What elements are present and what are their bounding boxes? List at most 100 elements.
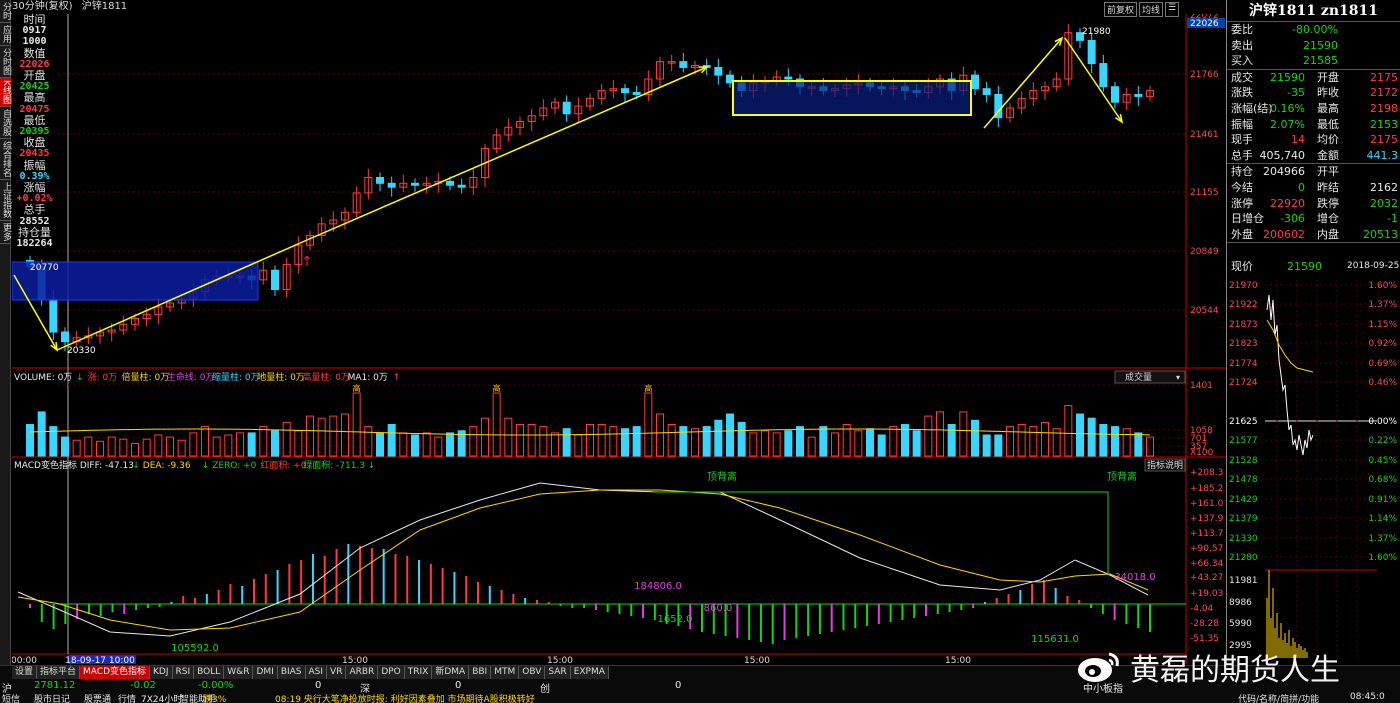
news-status-row: 短信 股市日记 股票通 行情 7X24小时 智能助手 跌3% 08:19 央行大笔净投放时报:… bbox=[0, 692, 1400, 703]
volume-bar bbox=[329, 415, 338, 457]
symbol-label: 沪锌1811 bbox=[81, 1, 128, 12]
tab-1[interactable]: 指标平台 bbox=[37, 666, 81, 679]
volume-dropdown-label: 成交量 bbox=[1125, 371, 1152, 383]
price-axis-label: 20544 bbox=[1190, 306, 1219, 316]
nav-item-3[interactable]: K线图 bbox=[0, 78, 11, 107]
macd-annotation: 1652.0 bbox=[658, 614, 693, 625]
volume-bar bbox=[72, 439, 81, 457]
volume-bar bbox=[551, 432, 559, 457]
volume-bar bbox=[247, 432, 256, 457]
tab-11[interactable]: ARBR bbox=[346, 666, 379, 679]
quote-label: 内盘 bbox=[1317, 227, 1339, 241]
volume-bar bbox=[737, 421, 746, 457]
tab-19[interactable]: EXPMA bbox=[570, 666, 609, 679]
quote-row: 振幅 2.07% 最低 2153 bbox=[1229, 117, 1398, 133]
quote-label: 最高 bbox=[1317, 101, 1339, 115]
tab-2[interactable]: MACD变色指标 bbox=[80, 666, 151, 679]
intraday-chart[interactable]: 21970 21922 21873 21823 21774 21724 21625 21577… bbox=[1227, 280, 1399, 660]
volume-bar bbox=[1111, 426, 1119, 457]
high-volume-marker: 高 bbox=[353, 383, 361, 393]
quote-label: 振幅 bbox=[1231, 117, 1253, 131]
quote-label: 涨跌 bbox=[1231, 86, 1253, 100]
volume-bar bbox=[796, 426, 804, 457]
nav-item-0[interactable]: 分时 bbox=[0, 0, 11, 23]
volume-bar bbox=[924, 415, 933, 457]
tab-8[interactable]: BIAS bbox=[277, 666, 306, 679]
nav-item-2[interactable]: 分时图 bbox=[0, 46, 11, 78]
quote-label: 均价 bbox=[1317, 133, 1339, 147]
intraday-pct-label: 0.91% bbox=[1368, 495, 1397, 505]
intraday-price-label: 21280 bbox=[1229, 553, 1258, 563]
status-item: 代码/名称/简拼/功能 bbox=[1238, 695, 1320, 703]
candle-body bbox=[1087, 39, 1096, 65]
intraday-pct-label: 0.46% bbox=[1368, 378, 1397, 388]
status-item: 2781.12 bbox=[34, 680, 76, 691]
volume-bar bbox=[166, 436, 174, 457]
candle-body bbox=[376, 177, 384, 184]
tab-18[interactable]: SAR bbox=[545, 666, 571, 679]
nav-item-1[interactable]: 应用 bbox=[0, 23, 11, 46]
volume-legend-item: VOLUME: 0万 bbox=[14, 373, 72, 383]
nav-item-5[interactable]: 综合排名 bbox=[0, 139, 11, 180]
tab-9[interactable]: ASI bbox=[305, 666, 328, 679]
nav-item-4[interactable]: 自选股 bbox=[0, 107, 11, 139]
macd-axis-label: -51.35 bbox=[1190, 634, 1219, 644]
tab-12[interactable]: DPO bbox=[378, 666, 405, 679]
intraday-price-label: 21379 bbox=[1229, 514, 1258, 524]
quote-value: -0.16% bbox=[1266, 101, 1305, 115]
intraday-price-label: 21724 bbox=[1229, 378, 1258, 388]
volume-bar bbox=[866, 428, 874, 457]
quote-row: 成交 21590 开盘 2175 bbox=[1229, 70, 1398, 86]
tab-13[interactable]: TRIX bbox=[404, 666, 433, 679]
macd-axis-label: +113.7 bbox=[1190, 529, 1223, 539]
macd-axis-label: +90.57 bbox=[1190, 544, 1223, 554]
period-label[interactable]: 30分钟(复权) bbox=[12, 1, 73, 12]
quote-value: 21585 bbox=[1303, 54, 1338, 68]
intraday-price-label: 21528 bbox=[1229, 456, 1258, 466]
tab-6[interactable]: W&R bbox=[224, 666, 254, 679]
nav-item-7[interactable]: 更多 bbox=[0, 221, 11, 244]
status-item: 股票通 bbox=[84, 695, 112, 703]
quote-value: 2162 bbox=[1370, 180, 1398, 194]
tab-5[interactable]: BOLL bbox=[194, 666, 225, 679]
tab-15[interactable]: BBI bbox=[469, 666, 492, 679]
quote-value: -35 bbox=[1287, 86, 1305, 100]
quote-row: 委比 -80.00% bbox=[1229, 22, 1398, 38]
candle-body bbox=[971, 74, 979, 90]
tab-0[interactable]: 设置 bbox=[12, 666, 38, 679]
tab-14[interactable]: 新DMA bbox=[432, 666, 470, 679]
tab-10[interactable]: VR bbox=[327, 666, 347, 679]
tab-7[interactable]: DMI bbox=[253, 666, 278, 679]
quote-label: 增仓 bbox=[1317, 212, 1339, 226]
nav-item-6[interactable]: 上证指数 bbox=[0, 180, 11, 221]
tab-16[interactable]: MTM bbox=[491, 666, 520, 679]
quote-value: 21590 bbox=[1270, 70, 1305, 84]
tab-17[interactable]: OBV bbox=[519, 666, 546, 679]
macd-annotation: 105592.0 bbox=[171, 643, 219, 654]
volume-bar bbox=[399, 432, 408, 457]
volume-bar bbox=[912, 430, 921, 457]
quote-value: 0 bbox=[1298, 180, 1305, 194]
quote-label: 昨结 bbox=[1317, 180, 1339, 194]
volume-bar bbox=[1076, 413, 1084, 457]
quote-label: 外盘 bbox=[1231, 227, 1253, 241]
status-item: -0.02 bbox=[130, 680, 156, 691]
volume-bar bbox=[1041, 421, 1049, 457]
tab-3[interactable]: KDJ bbox=[150, 666, 173, 679]
status-item: 08:45:0 bbox=[1350, 692, 1385, 702]
tab-4[interactable]: RSI bbox=[172, 666, 195, 679]
intraday-price-label: 8986 bbox=[1229, 598, 1252, 608]
volume-bar bbox=[562, 428, 571, 457]
price-axis-label: 21461 bbox=[1190, 130, 1219, 140]
intraday-avg-line bbox=[1266, 319, 1314, 373]
volume-bar bbox=[306, 415, 314, 457]
main-chart[interactable]: 2207222026217662146121155208492054420330… bbox=[12, 14, 1226, 664]
macd-axis-label: +19.03 bbox=[1190, 589, 1223, 599]
quote-value: 2172 bbox=[1370, 86, 1398, 100]
candle-body bbox=[61, 331, 69, 343]
candle-body bbox=[446, 180, 454, 186]
volume-bar bbox=[667, 424, 676, 457]
volume-legend-item: 地量柱: 0万 bbox=[257, 371, 305, 383]
time-axis-label: 15:00 bbox=[342, 656, 368, 664]
divergence-bracket bbox=[652, 491, 1109, 575]
